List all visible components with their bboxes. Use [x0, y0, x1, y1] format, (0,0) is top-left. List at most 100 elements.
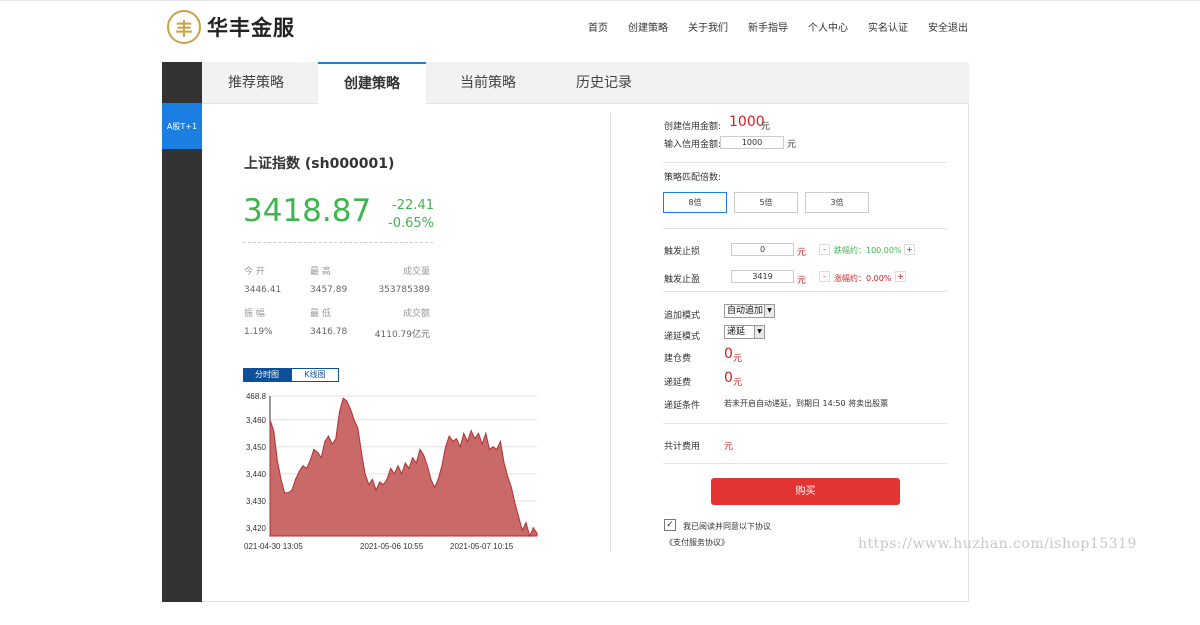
defer-mode-select[interactable]: 递延 ▼ [724, 325, 765, 339]
total-fee-label: 共计费用 [664, 442, 701, 452]
price-area-series [269, 397, 538, 538]
add-mode-label: 追加模式 [664, 311, 701, 321]
nav-guide[interactable]: 新手指导 [748, 19, 788, 34]
credit-amount-unit: 元 [761, 122, 771, 132]
multiple-3x-button[interactable]: 3倍 [805, 192, 869, 213]
nav-personal-center[interactable]: 个人中心 [808, 19, 848, 34]
brand-name: 华丰金服 [207, 16, 295, 40]
volume-label: 成交量 [402, 267, 430, 277]
y-tick-label: 3,430 [246, 497, 267, 506]
top-border [0, 0, 1200, 1]
divider-2 [663, 228, 947, 229]
buy-button[interactable]: 购买 [711, 478, 900, 505]
defer-condition-text: 若未开启自动递延，到期日 14:50 将卖出股票 [724, 399, 889, 408]
tab-recommended[interactable]: 推荐策略 [202, 62, 310, 104]
input-credit-unit: 元 [787, 140, 797, 150]
stop-loss-input[interactable]: 0 [731, 243, 794, 256]
stop-loss-minus-button[interactable]: - [819, 244, 830, 255]
high-label: 最 高 [310, 267, 331, 277]
nav-create-strategy[interactable]: 创建策略 [628, 19, 668, 34]
credit-amount-label: 创建信用金额: [664, 122, 722, 132]
multiple-label: 策略匹配倍数: [664, 173, 722, 183]
credit-amount-value: 1000 [729, 114, 765, 130]
defer-fee-label: 递延费 [664, 378, 692, 388]
take-profit-minus-button[interactable]: - [819, 271, 830, 282]
divider-5 [663, 463, 947, 464]
tab-kline[interactable]: K线图 [291, 368, 339, 382]
y-tick-label: 468.8 [246, 392, 267, 401]
open-fee-value: 0 [724, 346, 733, 362]
high-value: 3457.89 [310, 285, 348, 295]
defer-fee-value: 0 [724, 370, 733, 386]
x-tick-label: 021-04-30 13:05 [244, 542, 303, 551]
stop-loss-percent: 跌幅约：100.00% [834, 246, 902, 255]
defer-condition-label: 递延条件 [664, 401, 701, 411]
check-icon: ✓ [666, 520, 674, 530]
nav-home[interactable]: 首页 [588, 19, 608, 34]
stop-loss-plus-button[interactable]: + [904, 244, 915, 255]
tab-history[interactable]: 历史记录 [550, 62, 658, 104]
amplitude-label: 振 幅 [244, 309, 265, 319]
y-tick-label: 3,460 [246, 416, 267, 425]
sidebar: A股T+1 [162, 62, 202, 602]
divider-4 [663, 423, 947, 424]
take-profit-plus-button[interactable]: + [895, 271, 906, 282]
chart-tabs: 分时图 K线图 [243, 368, 339, 382]
divider-1 [663, 162, 947, 163]
agree-checkbox[interactable]: ✓ [664, 519, 676, 531]
defer-fee-unit: 元 [733, 378, 743, 388]
open-fee-unit: 元 [733, 354, 743, 364]
nav-real-name[interactable]: 实名认证 [868, 19, 908, 34]
dropdown-arrow-icon: ▼ [764, 305, 774, 317]
take-profit-unit: 元 [797, 276, 807, 286]
tab-intraday[interactable]: 分时图 [243, 368, 291, 382]
index-price: 3418.87 [243, 193, 372, 229]
total-fee-unit: 元 [724, 442, 734, 452]
change-value: -22.41 [392, 198, 434, 213]
x-tick-label: 2021-05-06 10:55 [360, 542, 424, 551]
open-label: 今 开 [244, 267, 265, 277]
open-value: 3446.41 [244, 285, 282, 295]
agreement-link[interactable]: 《支付服务协议》 [665, 537, 729, 548]
index-change: -22.41 -0.65% [388, 197, 434, 233]
input-credit-label: 输入信用金额: [664, 140, 722, 150]
y-tick-label: 3,440 [246, 470, 267, 479]
credit-amount-input[interactable]: 1000 [720, 136, 784, 149]
volume-value: 353785389 [378, 285, 430, 295]
agree-text: 我已阅读并同意以下协议 [683, 522, 771, 531]
divider-3 [663, 291, 947, 292]
nav-about[interactable]: 关于我们 [688, 19, 728, 34]
low-label: 最 低 [310, 309, 331, 319]
multiple-5x-button[interactable]: 5倍 [734, 192, 798, 213]
add-mode-select[interactable]: 自动追加 ▼ [724, 304, 775, 318]
x-tick-label: 2021-05-07 10:15 [450, 542, 514, 551]
stop-loss-unit: 元 [797, 248, 807, 258]
price-chart: 3,420 3,430 3,440 3,450 3,460 468.8 021-04-30 … [244, 392, 538, 551]
defer-mode-value: 递延 [727, 327, 746, 337]
low-value: 3416.78 [310, 327, 348, 337]
index-name: 上证指数 (sh000001) [244, 156, 395, 172]
dropdown-arrow-icon: ▼ [754, 326, 764, 338]
column-divider [610, 112, 611, 552]
defer-mode-label: 递延模式 [664, 332, 701, 342]
sidebar-item-a-share[interactable]: A股T+1 [162, 103, 202, 149]
nav-logout[interactable]: 安全退出 [928, 19, 968, 34]
take-profit-percent: 涨幅约：0.00% [834, 274, 892, 283]
amplitude-value: 1.19% [244, 327, 273, 337]
tab-create[interactable]: 创建策略 [318, 62, 426, 105]
multiple-8x-button[interactable]: 8倍 [663, 192, 727, 213]
quote-divider [243, 242, 433, 243]
y-tick-label: 3,450 [246, 443, 267, 452]
logo-mark: 丰 [167, 10, 201, 44]
strategy-tabs: 推荐策略 创建策略 当前策略 历史记录 [202, 62, 969, 105]
top-nav: 首页 创建策略 关于我们 新手指导 个人中心 实名认证 安全退出 [568, 19, 968, 34]
y-tick-label: 3,420 [246, 524, 267, 533]
open-fee-label: 建仓费 [664, 354, 692, 364]
tab-current[interactable]: 当前策略 [434, 62, 542, 104]
brand-logo[interactable]: 丰 华丰金服 [167, 10, 295, 44]
add-mode-value: 自动追加 [727, 306, 764, 316]
stop-loss-label: 触发止损 [664, 247, 701, 257]
turnover-value: 4110.79亿元 [374, 330, 430, 340]
take-profit-input[interactable]: 3419 [731, 270, 794, 283]
watermark: https://www.huzhan.com/ishop15319 [858, 536, 1137, 552]
